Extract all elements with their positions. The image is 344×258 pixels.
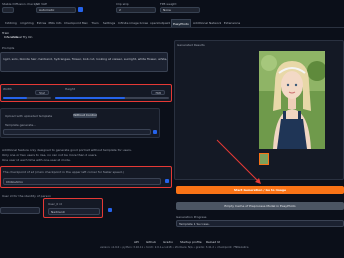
height-slider-fill bbox=[55, 97, 125, 99]
note-line-2: Only one or two users to rise, no can no… bbox=[2, 153, 98, 157]
fp8-label: FP8 weight bbox=[160, 2, 177, 6]
empty-cache-button[interactable]: Empty Cache of Preprocess Model in EasyP… bbox=[176, 202, 344, 210]
sd-model-label: The checkpoint of sd (main checkpoint in… bbox=[3, 170, 124, 174]
user-id-select[interactable]: Nadrien0 bbox=[48, 208, 100, 215]
subtab-virtual-try-on[interactable]: Virtual Try On bbox=[12, 35, 32, 39]
height-value[interactable]: 768 bbox=[151, 90, 165, 95]
size-sliders: Width 512 Height 768 bbox=[0, 84, 172, 102]
fp8-select[interactable]: None bbox=[160, 7, 200, 13]
top-settings: Stable Diffusion checkpoint SD VAE Autom… bbox=[0, 0, 344, 18]
width-label: Width bbox=[3, 87, 12, 91]
without-control-button[interactable]: Without Control bbox=[73, 113, 97, 118]
tab-extensions[interactable]: Extensions bbox=[223, 19, 241, 27]
tab-infinite-image-browsing[interactable]: Infinite image browsing bbox=[118, 19, 148, 27]
tab-settings[interactable]: Settings bbox=[102, 19, 116, 27]
template-panel: Upload with uploaded template Without Co… bbox=[0, 108, 160, 138]
vae-label: SD VAE bbox=[36, 2, 47, 6]
generated-image[interactable] bbox=[259, 51, 325, 149]
note-line-1: Additional feature only designed to gene… bbox=[2, 148, 132, 152]
template-refresh-icon[interactable] bbox=[153, 130, 157, 134]
footer-link-github[interactable]: Github bbox=[146, 240, 156, 244]
tab-openoutpaint[interactable]: openOutpaint bbox=[150, 19, 170, 27]
sd-model-select[interactable]: Chilloutmix bbox=[3, 178, 161, 185]
prompt-label: Prompts bbox=[2, 46, 15, 50]
user-id-left-select[interactable] bbox=[0, 207, 40, 214]
tab-checkpoint-merger[interactable]: Checkpoint Merger bbox=[64, 19, 88, 27]
tab-txt2img[interactable]: txt2img bbox=[4, 19, 18, 27]
footer-link-startup-profile[interactable]: Startup profile bbox=[180, 240, 202, 244]
progress-output: Template 1 Success. bbox=[176, 220, 344, 227]
upload-template-option[interactable]: Upload with uploaded template bbox=[5, 114, 52, 118]
tab-easyphoto[interactable]: EasyPhoto bbox=[171, 19, 191, 27]
user-id-refresh-icon[interactable] bbox=[108, 208, 112, 212]
width-slider-fill bbox=[3, 97, 27, 99]
sd-model-refresh-icon[interactable] bbox=[165, 179, 169, 183]
main-tab-bar: txt2img img2img Extras PNG Info Checkpoi… bbox=[0, 19, 344, 28]
portrait-illustration bbox=[259, 51, 325, 149]
user-id-select-box: User_0 id Nadrien0 bbox=[43, 198, 103, 218]
prompt-input[interactable]: 1girl, solo, blonde hair, hairband, hydr… bbox=[0, 52, 168, 72]
footer-link-gradio[interactable]: Gradio bbox=[163, 240, 173, 244]
progress-label: Generation Progress bbox=[176, 215, 207, 219]
checkpoint-select[interactable] bbox=[2, 7, 14, 13]
user-id-select-label: User_0 id bbox=[48, 202, 62, 206]
sd-model-box: The checkpoint of sd (main checkpoint in… bbox=[0, 166, 172, 188]
vae-select[interactable]: Automatic bbox=[36, 7, 76, 13]
checkpoint-label: Stable Diffusion checkpoint bbox=[2, 2, 38, 6]
annotation-arrow bbox=[216, 139, 261, 184]
template-select[interactable] bbox=[3, 129, 151, 135]
tab-additional-networks[interactable]: Additional Networks bbox=[193, 19, 221, 27]
tab-extras[interactable]: Extras bbox=[36, 19, 47, 27]
footer-link-api[interactable]: API bbox=[134, 240, 139, 244]
height-label: Height bbox=[65, 87, 75, 91]
note-line-3: One user id each time with one-user-id m… bbox=[2, 158, 71, 162]
gallery-label: Generated Results bbox=[177, 43, 205, 47]
tab-train[interactable]: Train bbox=[90, 19, 100, 27]
tab-png-info[interactable]: PNG Info bbox=[48, 19, 62, 27]
clip-skip-select[interactable]: 2 bbox=[116, 7, 156, 13]
vae-refresh-icon[interactable] bbox=[78, 7, 83, 12]
footer: API Github Gradio Startup profile Reload… bbox=[0, 236, 344, 256]
footer-versions: version: v1.6.0 • python: 3.10.11 • torc… bbox=[100, 246, 249, 249]
width-value[interactable]: 512 bbox=[35, 90, 49, 95]
prompt-text: 1girl, solo, blonde hair, hairband, hydr… bbox=[3, 57, 167, 61]
clip-skip-label: Clip skip bbox=[116, 2, 129, 6]
start-generation-button[interactable]: Start Generation / Go to Image bbox=[176, 186, 344, 194]
tab-img2img[interactable]: img2img bbox=[20, 19, 34, 27]
footer-link-reload-ui[interactable]: Reload UI bbox=[206, 240, 220, 244]
template-description: Template generate... bbox=[5, 123, 37, 127]
